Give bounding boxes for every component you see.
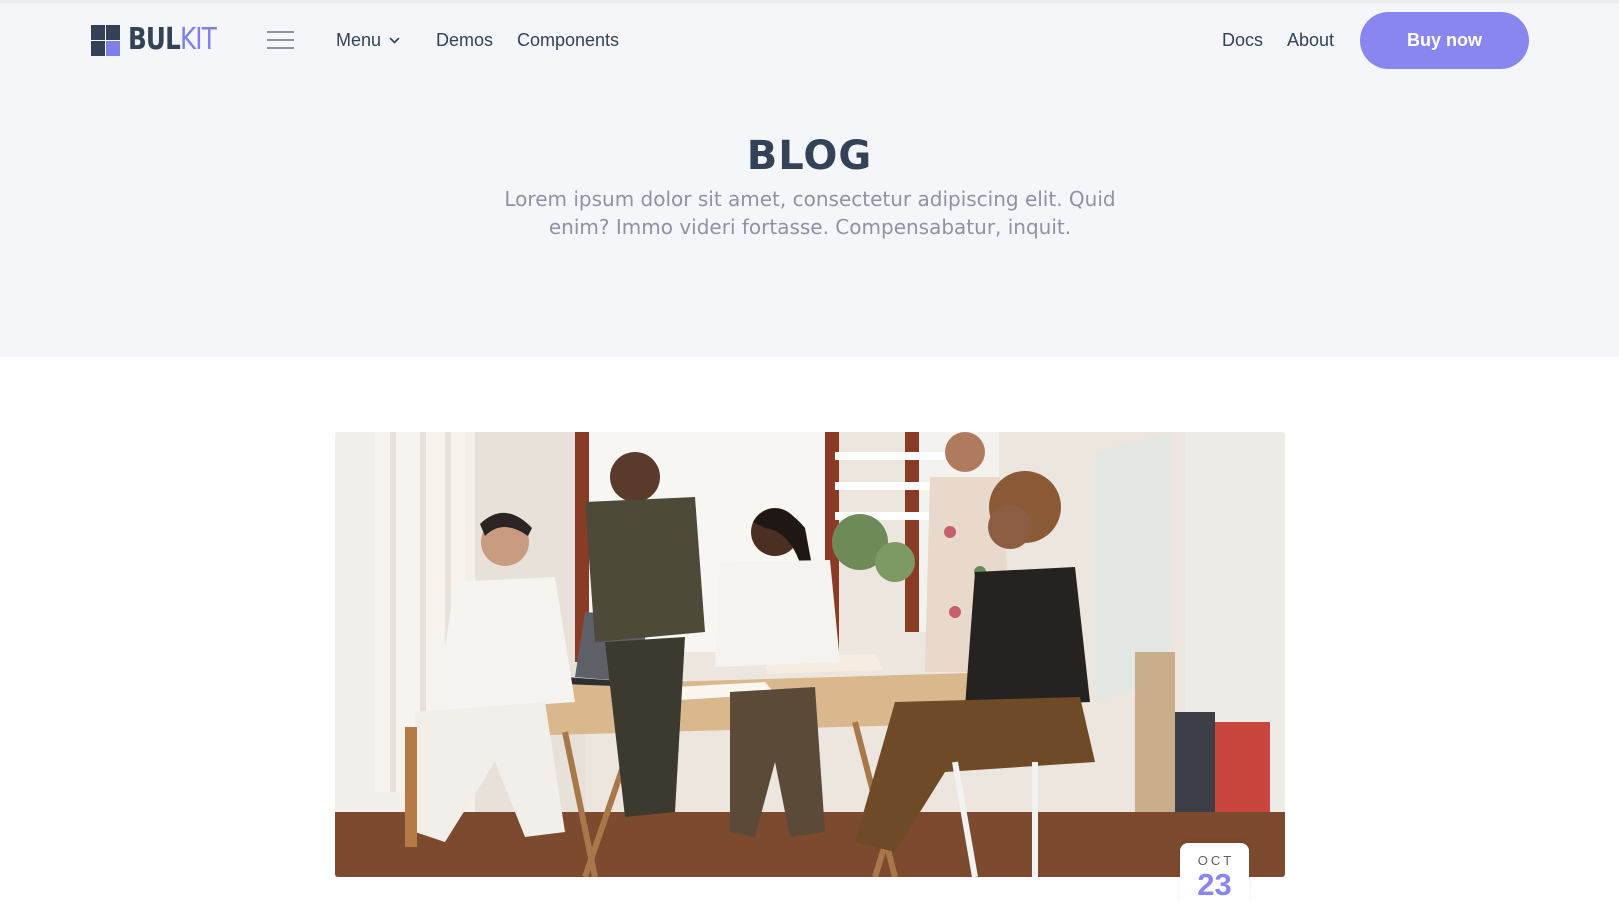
post-date-month: OCT xyxy=(1197,853,1235,868)
logo-mark-icon xyxy=(91,24,120,56)
nav-link-demos[interactable]: Demos xyxy=(436,28,493,52)
nav-link-components[interactable]: Components xyxy=(517,28,619,52)
post-date-day: 23 xyxy=(1197,867,1232,902)
page-subtitle: Lorem ipsum dolor sit amet, consectetur … xyxy=(504,187,1116,239)
hamburger-menu-icon[interactable] xyxy=(267,31,294,49)
chevron-down-icon xyxy=(389,37,400,43)
nav-link-about[interactable]: About xyxy=(1287,28,1334,52)
navbar-top-border xyxy=(0,0,1619,3)
blog-post-featured-image[interactable] xyxy=(335,432,1285,877)
post-date-badge: OCT 23 xyxy=(1180,843,1249,903)
buy-now-button[interactable]: Buy now xyxy=(1360,12,1529,69)
navbar: BULKIT Menu Demos Components Docs About … xyxy=(0,0,1619,80)
logo-wordmark: BULKIT xyxy=(128,22,217,57)
brand-logo[interactable]: BULKIT xyxy=(91,22,235,58)
nav-menu-label: Menu xyxy=(336,30,382,50)
featured-photo-illustration xyxy=(335,432,1285,877)
nav-link-docs[interactable]: Docs xyxy=(1222,28,1263,52)
page-title: BLOG xyxy=(746,133,873,179)
nav-menu-dropdown[interactable]: Menu xyxy=(336,28,400,52)
